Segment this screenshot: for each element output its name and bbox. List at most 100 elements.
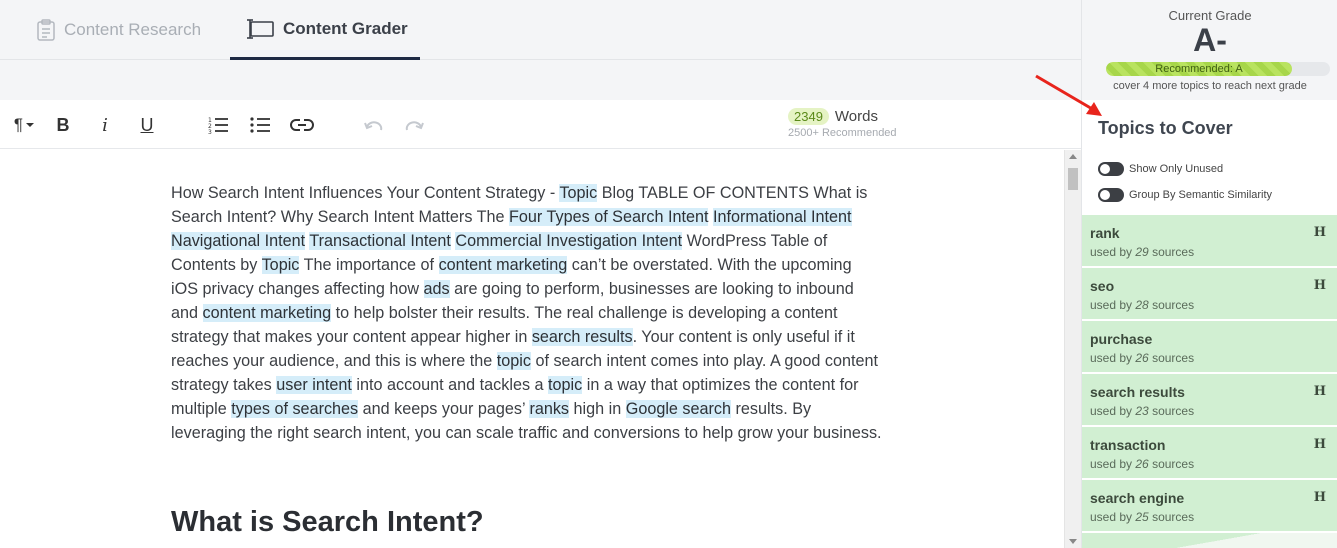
- highlighted-topic: topic: [548, 376, 583, 394]
- word-counter: 2349 Words 2500+ Recommended: [788, 108, 897, 139]
- heading-tag-icon: H: [1313, 278, 1326, 293]
- topic-item[interactable]: rank used by 29 sources H: [1082, 215, 1337, 268]
- topic-usage-prefix: used by: [1090, 245, 1136, 259]
- topic-item[interactable]: seo used by 28 sources H: [1082, 268, 1337, 321]
- topic-usage-suffix: sources: [1148, 298, 1195, 312]
- bold-button[interactable]: B: [52, 112, 74, 138]
- highlighted-topic: topic: [496, 352, 531, 370]
- highlighted-topic: content marketing: [202, 304, 332, 322]
- undo-icon: [364, 121, 383, 131]
- toggle-semantic-group[interactable]: Group By Semantic Similarity: [1098, 188, 1272, 202]
- topics-title: Topics to Cover: [1098, 118, 1233, 138]
- topic-name: search results: [1090, 384, 1185, 400]
- topic-usage-prefix: used by: [1090, 457, 1136, 471]
- topic-source-count: 25: [1135, 510, 1149, 524]
- paragraph-format-dropdown[interactable]: ¶: [8, 112, 40, 138]
- topic-source-count: 23: [1135, 404, 1149, 418]
- redo-icon: [405, 121, 424, 131]
- paragraph-text: How Search Intent Influences Your Conten…: [171, 184, 560, 202]
- toggle-label: Show Only Unused: [1129, 163, 1224, 175]
- word-count-recommendation: 2500+ Recommended: [788, 127, 897, 139]
- toggle-label: Group By Semantic Similarity: [1129, 189, 1273, 201]
- topic-usage-suffix: sources: [1148, 404, 1195, 418]
- clipboard-icon: [36, 19, 56, 41]
- topic-usage-suffix: sources: [1148, 510, 1195, 524]
- current-grade: A-: [1193, 22, 1227, 58]
- topic-source-count: 28: [1135, 298, 1149, 312]
- grade-panel: Current Grade A- Recommended: A cover 4 …: [1082, 0, 1337, 100]
- scroll-down-arrow-icon[interactable]: [1069, 539, 1077, 544]
- topic-usage-suffix: sources: [1148, 245, 1195, 259]
- highlighted-topic: Google search: [625, 400, 732, 418]
- highlighted-topic: ranks: [529, 400, 570, 418]
- header-band: [0, 60, 1081, 100]
- highlighted-topic: Commercial Investigation Intent: [455, 232, 683, 250]
- topic-usage-suffix: sources: [1148, 351, 1195, 365]
- undo-button[interactable]: [361, 112, 385, 138]
- topic-name: purchase: [1090, 331, 1153, 347]
- topic-item[interactable]: search engine used by 25 sources H: [1082, 480, 1337, 533]
- topic-usage-suffix: sources: [1148, 457, 1195, 471]
- link-button[interactable]: [289, 112, 315, 138]
- show-unused-switch[interactable]: [1098, 162, 1124, 176]
- heading-tag-icon: H: [1313, 225, 1326, 240]
- heading-tag-icon: H: [1313, 490, 1326, 505]
- pilcrow-icon: ¶: [13, 115, 24, 134]
- highlighted-topic: content marketing: [438, 256, 568, 274]
- scroll-up-arrow-icon[interactable]: [1069, 154, 1077, 159]
- editor-area: Content Research Content Grader ¶ B i U …: [0, 0, 1081, 548]
- topic-list: rank used by 29 sources Hseo used by 28 sou…: [1082, 215, 1337, 548]
- scrollbar-thumb[interactable]: [1068, 168, 1078, 190]
- highlighted-topic: Transactional Intent: [309, 232, 451, 250]
- bold-icon: B: [56, 114, 70, 135]
- topic-usage: used by 29 sources: [1090, 245, 1330, 259]
- tab-content-research[interactable]: Content Research: [36, 0, 201, 60]
- heading-tag-icon: H: [1313, 437, 1326, 452]
- highlighted-topic: Informational Intent: [712, 208, 852, 226]
- document-editor[interactable]: How Search Intent Influences Your Conten…: [0, 150, 1064, 548]
- italic-button[interactable]: i: [94, 112, 116, 138]
- toggle-show-unused[interactable]: Show Only Unused: [1098, 162, 1223, 176]
- topic-source-count: 29: [1135, 245, 1149, 259]
- highlighted-topic: search results: [531, 328, 633, 346]
- topic-usage: used by 28 sources: [1090, 298, 1330, 312]
- bullet-list-button[interactable]: [248, 112, 272, 138]
- tab-content-grader[interactable]: Content Grader: [230, 0, 420, 60]
- grade-label: Current Grade: [1168, 8, 1252, 23]
- section-heading[interactable]: What is Search Intent?: [171, 506, 484, 539]
- ordered-list-button[interactable]: 1 2 3: [206, 112, 230, 138]
- heading-tag-icon: H: [1313, 384, 1326, 399]
- topic-usage-prefix: used by: [1090, 298, 1136, 312]
- paragraph-text: into account and tackles a: [351, 376, 549, 394]
- topic-item[interactable]: [1082, 533, 1337, 548]
- topic-name: seo: [1090, 278, 1115, 294]
- word-count-badge: 2349: [788, 108, 829, 125]
- topic-usage-prefix: used by: [1090, 351, 1136, 365]
- intro-paragraph[interactable]: How Search Intent Influences Your Conten…: [171, 181, 883, 445]
- editor-scrollbar[interactable]: [1064, 150, 1081, 548]
- text-cursor-box-icon: [245, 18, 275, 40]
- paragraph-text: and keeps your pages’: [358, 400, 530, 418]
- topic-usage: used by 26 sources: [1090, 457, 1330, 471]
- grade-progress-bar: Recommended: A: [1106, 62, 1330, 76]
- tab-label: Content Grader: [283, 18, 408, 38]
- topic-usage-prefix: used by: [1090, 404, 1136, 418]
- topic-item[interactable]: transaction used by 26 sources H: [1082, 427, 1337, 480]
- redo-button[interactable]: [403, 112, 427, 138]
- underline-button[interactable]: U: [136, 112, 158, 138]
- topic-item[interactable]: search results used by 23 sources H: [1082, 374, 1337, 427]
- highlighted-topic: ads: [423, 280, 450, 298]
- italic-icon: i: [102, 114, 108, 136]
- topic-usage-prefix: used by: [1090, 510, 1136, 524]
- highlighted-topic: Navigational Intent: [171, 232, 306, 250]
- topic-name: transaction: [1090, 437, 1166, 453]
- highlighted-topic: user intent: [276, 376, 352, 394]
- topic-name: search engine: [1090, 490, 1185, 506]
- topic-item[interactable]: purchase used by 26 sources: [1082, 321, 1337, 374]
- highlighted-topic: Topic: [559, 184, 598, 202]
- formatting-toolbar: ¶ B i U 1 2 3 2349 Words 2500+ Recommend…: [0, 100, 1081, 149]
- semantic-group-switch[interactable]: [1098, 188, 1124, 202]
- topic-source-count: 26: [1135, 351, 1149, 365]
- caret-down-icon: [26, 123, 35, 127]
- highlighted-topic: Topic: [261, 256, 300, 274]
